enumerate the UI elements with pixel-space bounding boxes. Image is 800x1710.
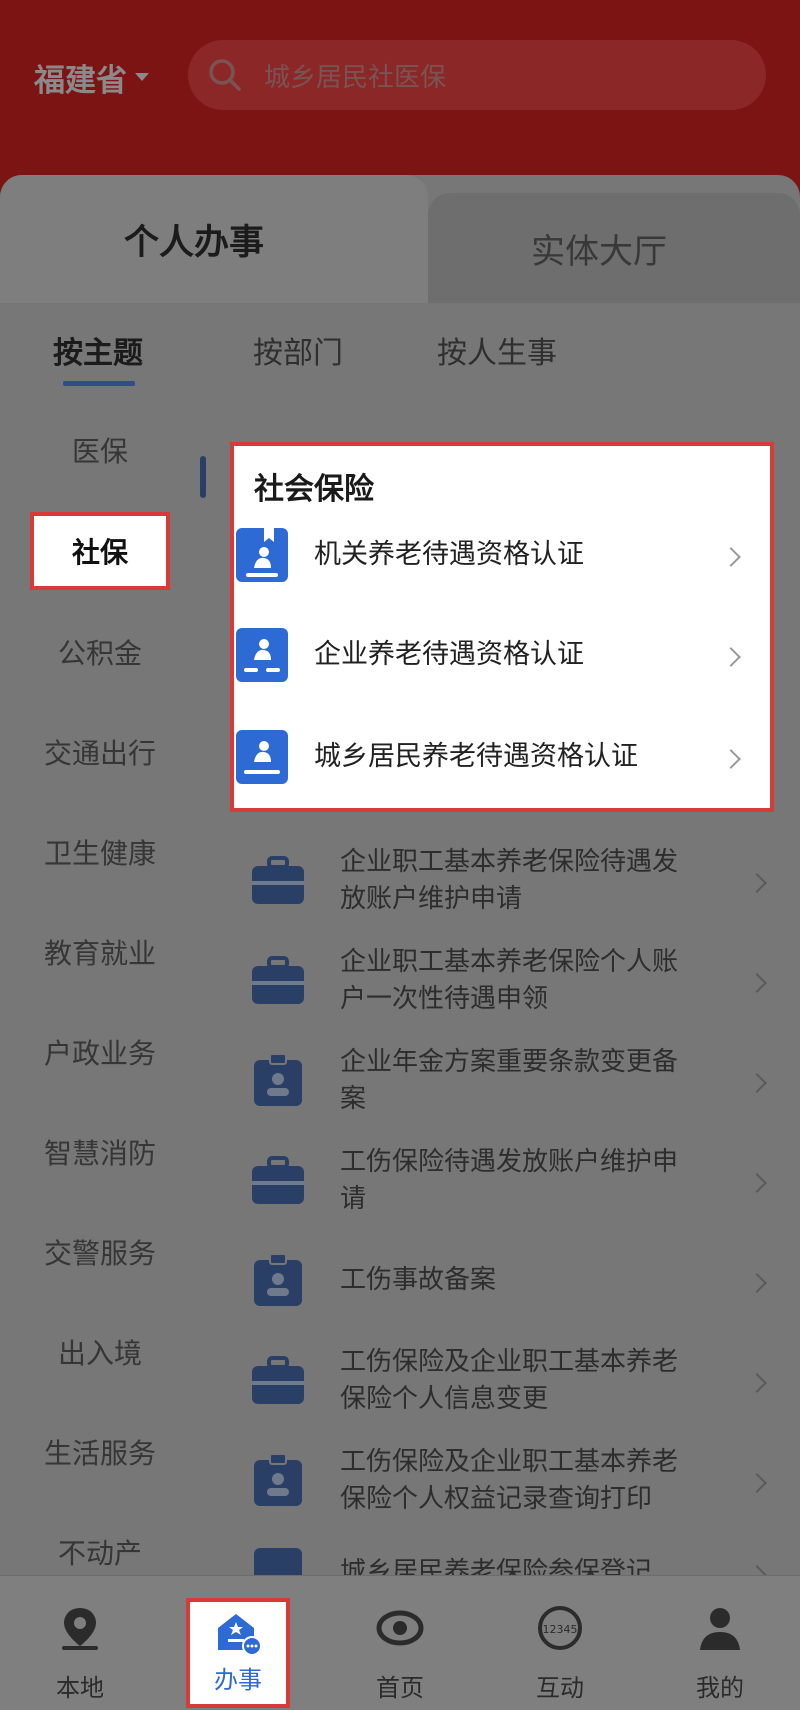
certification-book-icon xyxy=(236,628,288,682)
list-item-label: 城乡居民养老待遇资格认证 xyxy=(314,741,638,772)
subtab-active-indicator xyxy=(63,381,135,386)
chevron-right-icon xyxy=(721,749,741,769)
list-item-label: 工伤事故备案 xyxy=(340,1265,497,1295)
briefcase-icon xyxy=(252,856,304,904)
section-title: 社会保险 xyxy=(254,472,374,507)
sidebar-item-life-service[interactable]: 生活服务 xyxy=(0,1432,200,1472)
tab-personal-affairs[interactable]: 个人办事 xyxy=(0,175,428,303)
chevron-right-icon xyxy=(747,873,767,893)
id-badge-icon xyxy=(254,1054,302,1106)
list-item-label: 企业职工基本养老保险待遇发 放账户维护申请 xyxy=(340,847,679,914)
sidebar-item-housing-fund[interactable]: 公积金 xyxy=(0,632,200,672)
sidebar-item-entry-exit[interactable]: 出入境 xyxy=(0,1332,200,1372)
chevron-right-icon xyxy=(747,1473,767,1493)
top-tab-bar: 实体大厅 个人办事 xyxy=(0,175,800,303)
search-placeholder: 城乡居民社医保 xyxy=(264,62,447,93)
list-item-resident-pension-cert[interactable]: 城乡居民养老待遇资格认证 xyxy=(234,708,800,808)
list-item-label: 机关养老待遇资格认证 xyxy=(314,539,584,570)
chevron-right-icon xyxy=(747,1273,767,1293)
sidebar-item-education[interactable]: 教育就业 xyxy=(0,932,200,972)
list-item-label: 工伤保险及企业职工基本养老 保险个人权益记录查询打印 xyxy=(340,1447,679,1514)
list-item[interactable]: 企业年金方案重要条款变更备案 xyxy=(210,1032,800,1132)
chevron-right-icon xyxy=(747,1073,767,1093)
sidebar-item-medical[interactable]: 医保 xyxy=(0,430,200,470)
briefcase-icon xyxy=(252,956,304,1004)
list-item-enterprise-pension-cert[interactable]: 企业养老待遇资格认证 xyxy=(234,606,800,706)
province-label: 福建省 xyxy=(34,62,127,99)
nav-interaction[interactable]: 12345 互动 xyxy=(480,1576,640,1710)
list-item[interactable]: 工伤保险及企业职工基本养老 保险个人信息变更 xyxy=(210,1332,800,1432)
list-item[interactable]: 城乡居民养老保险参保登记 xyxy=(210,1532,800,1580)
sidebar-item-traffic-police[interactable]: 交警服务 xyxy=(0,1232,200,1272)
nav-mine[interactable]: 我的 xyxy=(640,1576,800,1710)
sidebar-item-transport[interactable]: 交通出行 xyxy=(0,732,200,772)
list-item[interactable]: 企业职工基本养老保险个人账 户一次性待遇申领 xyxy=(210,932,800,1032)
subtab-by-department[interactable]: 按部门 xyxy=(253,328,343,372)
caret-down-icon xyxy=(135,73,149,81)
nav-local-label: 本地 xyxy=(56,1674,104,1702)
location-icon xyxy=(62,1608,98,1650)
briefcase-icon xyxy=(252,1356,304,1404)
section-indicator xyxy=(200,456,206,498)
home-logo-icon xyxy=(376,1610,424,1646)
id-badge-icon xyxy=(254,1254,302,1306)
tab-physical-hall[interactable]: 实体大厅 xyxy=(428,193,800,303)
tab-personal-affairs-label: 个人办事 xyxy=(123,222,264,263)
sidebar-item-social-insurance-label: 社保 xyxy=(71,536,128,569)
chevron-right-icon xyxy=(747,1173,767,1193)
bottom-nav: 本地 首页 12345 互动 我的 xyxy=(0,1575,800,1710)
nav-home[interactable]: 首页 xyxy=(320,1576,480,1710)
sidebar-item-health[interactable]: 卫生健康 xyxy=(0,832,200,872)
tab-physical-hall-label: 实体大厅 xyxy=(531,231,667,272)
sidebar-item-real-estate[interactable]: 不动产 xyxy=(0,1532,200,1572)
sidebar-item-fire[interactable]: 智慧消防 xyxy=(0,1132,200,1172)
service-hall-icon xyxy=(218,1614,262,1656)
list-item-label: 企业年金方案重要条款变更备案 xyxy=(340,1047,679,1114)
certification-book-icon xyxy=(236,730,288,784)
list-item[interactable]: 企业职工基本养老保险待遇发 放账户维护申请 xyxy=(210,832,800,932)
chevron-right-icon xyxy=(721,647,741,667)
search-input[interactable]: 城乡居民社医保 xyxy=(188,40,766,110)
subtab-by-theme[interactable]: 按主题 xyxy=(53,328,143,372)
list-item-label: 企业养老待遇资格认证 xyxy=(314,639,584,670)
chevron-right-icon xyxy=(721,547,741,567)
user-icon xyxy=(700,1608,740,1650)
list-item[interactable]: 工伤保险及企业职工基本养老 保险个人权益记录查询打印 xyxy=(210,1432,800,1532)
list-item-agency-pension-cert[interactable]: 机关养老待遇资格认证 xyxy=(234,506,800,606)
nav-services[interactable]: 办事 xyxy=(186,1598,290,1708)
svg-text:12345: 12345 xyxy=(543,1623,578,1636)
search-icon xyxy=(209,59,241,91)
social-insurance-card: 社会保险 机关养老待遇资格认证 企业养老待遇资格认证 城乡居民养老待遇资格认证 xyxy=(230,442,774,812)
list-item-label: 工伤保险及企业职工基本养老 保险个人信息变更 xyxy=(340,1347,679,1414)
briefcase-icon xyxy=(252,1156,304,1204)
id-badge-icon xyxy=(254,1454,302,1506)
nav-home-label: 首页 xyxy=(376,1674,424,1702)
nav-local[interactable]: 本地 xyxy=(0,1576,160,1710)
subtab-by-life-event[interactable]: 按人生事 xyxy=(437,328,557,372)
hotline-12345-icon: 12345 xyxy=(538,1606,582,1650)
list-item[interactable]: 工伤保险待遇发放账户维护申请 xyxy=(210,1132,800,1232)
chevron-right-icon xyxy=(747,1373,767,1393)
province-selector[interactable]: 福建省 xyxy=(34,52,149,102)
list-item[interactable]: 工伤事故备案 xyxy=(210,1232,800,1332)
certification-book-icon xyxy=(236,528,288,582)
sidebar-item-household[interactable]: 户政业务 xyxy=(0,1032,200,1072)
sidebar-item-social-insurance[interactable]: 社保 xyxy=(30,512,170,590)
nav-interaction-label: 互动 xyxy=(536,1674,584,1702)
chevron-right-icon xyxy=(747,973,767,993)
subtab-bar: 按主题 按部门 按人生事 xyxy=(0,318,800,388)
nav-services-label: 办事 xyxy=(214,1666,262,1694)
nav-mine-label: 我的 xyxy=(696,1674,744,1702)
list-item-label: 工伤保险待遇发放账户维护申请 xyxy=(340,1147,679,1214)
list-item-label: 企业职工基本养老保险个人账 户一次性待遇申领 xyxy=(340,947,679,1014)
